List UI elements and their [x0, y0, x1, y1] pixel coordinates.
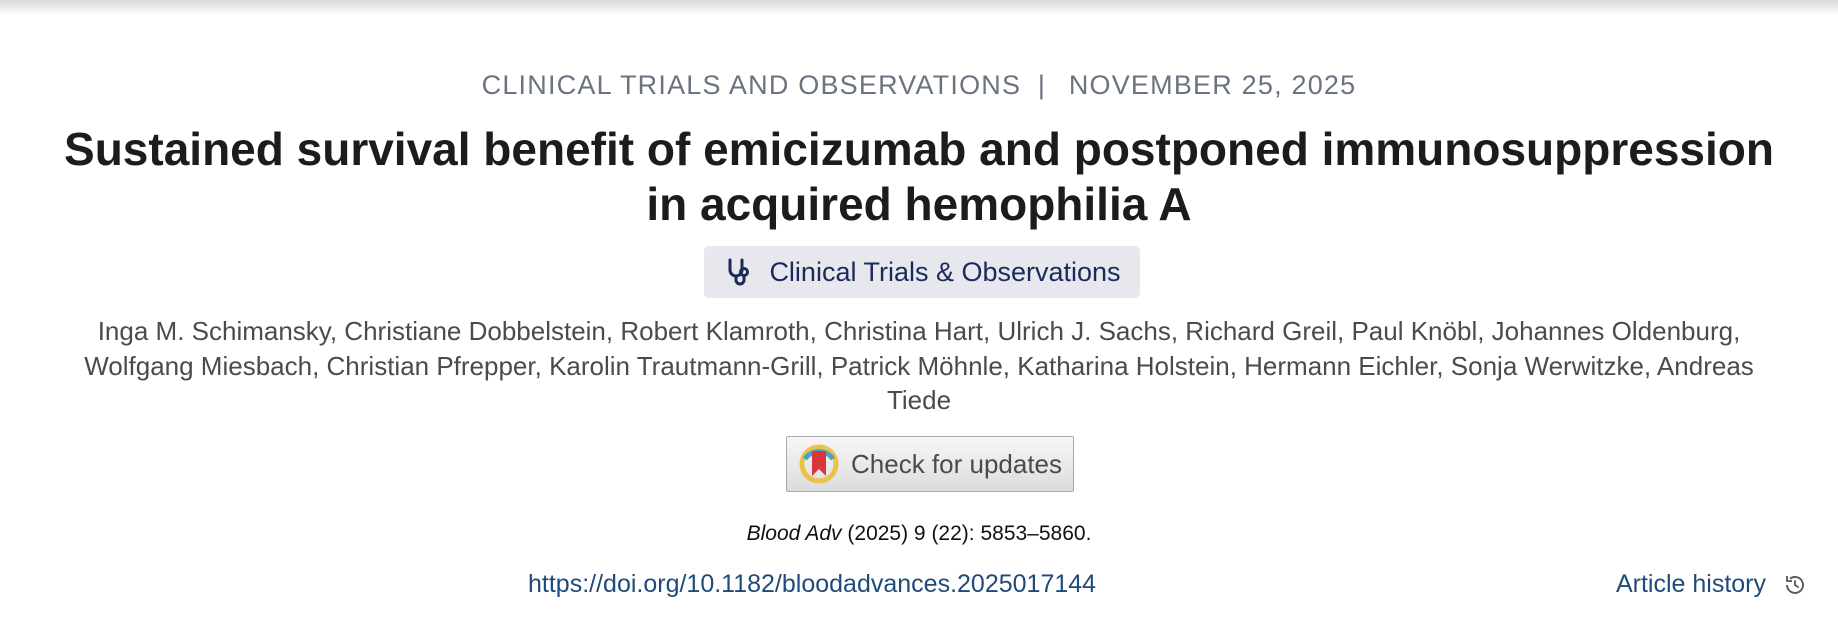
author-list[interactable]: Inga M. Schimansky, Christiane Dobbelste… — [50, 314, 1788, 418]
top-shadow-bar — [0, 0, 1838, 16]
meta-separator: | — [1037, 70, 1047, 100]
crossmark-icon — [799, 444, 839, 484]
citation: Blood Adv (2025) 9 (22): 5853–5860. — [0, 522, 1838, 546]
doi-link[interactable]: https://doi.org/10.1182/bloodadvances.20… — [528, 570, 1096, 599]
article-meta-header: CLINICAL TRIALS AND OBSERVATIONS | NOVEM… — [0, 70, 1838, 101]
article-type-badge[interactable]: Clinical Trials & Observations — [704, 246, 1140, 298]
publish-date: NOVEMBER 25, 2025 — [1068, 70, 1357, 100]
history-icon — [1786, 575, 1804, 594]
journal-name: Blood Adv — [746, 522, 842, 545]
article-category[interactable]: CLINICAL TRIALS AND OBSERVATIONS — [482, 70, 1022, 100]
citation-details: (2025) 9 (22): 5853–5860. — [847, 522, 1092, 545]
article-history-link[interactable]: Article history — [1616, 570, 1808, 599]
badge-label: Clinical Trials & Observations — [769, 256, 1121, 287]
article-title: Sustained survival benefit of emicizumab… — [64, 123, 1774, 230]
check-updates-button[interactable]: Check for updates — [786, 436, 1074, 492]
check-updates-label: Check for updates — [851, 448, 1063, 479]
article-history-label: Article history — [1615, 570, 1766, 598]
stethoscope-icon — [728, 258, 750, 286]
